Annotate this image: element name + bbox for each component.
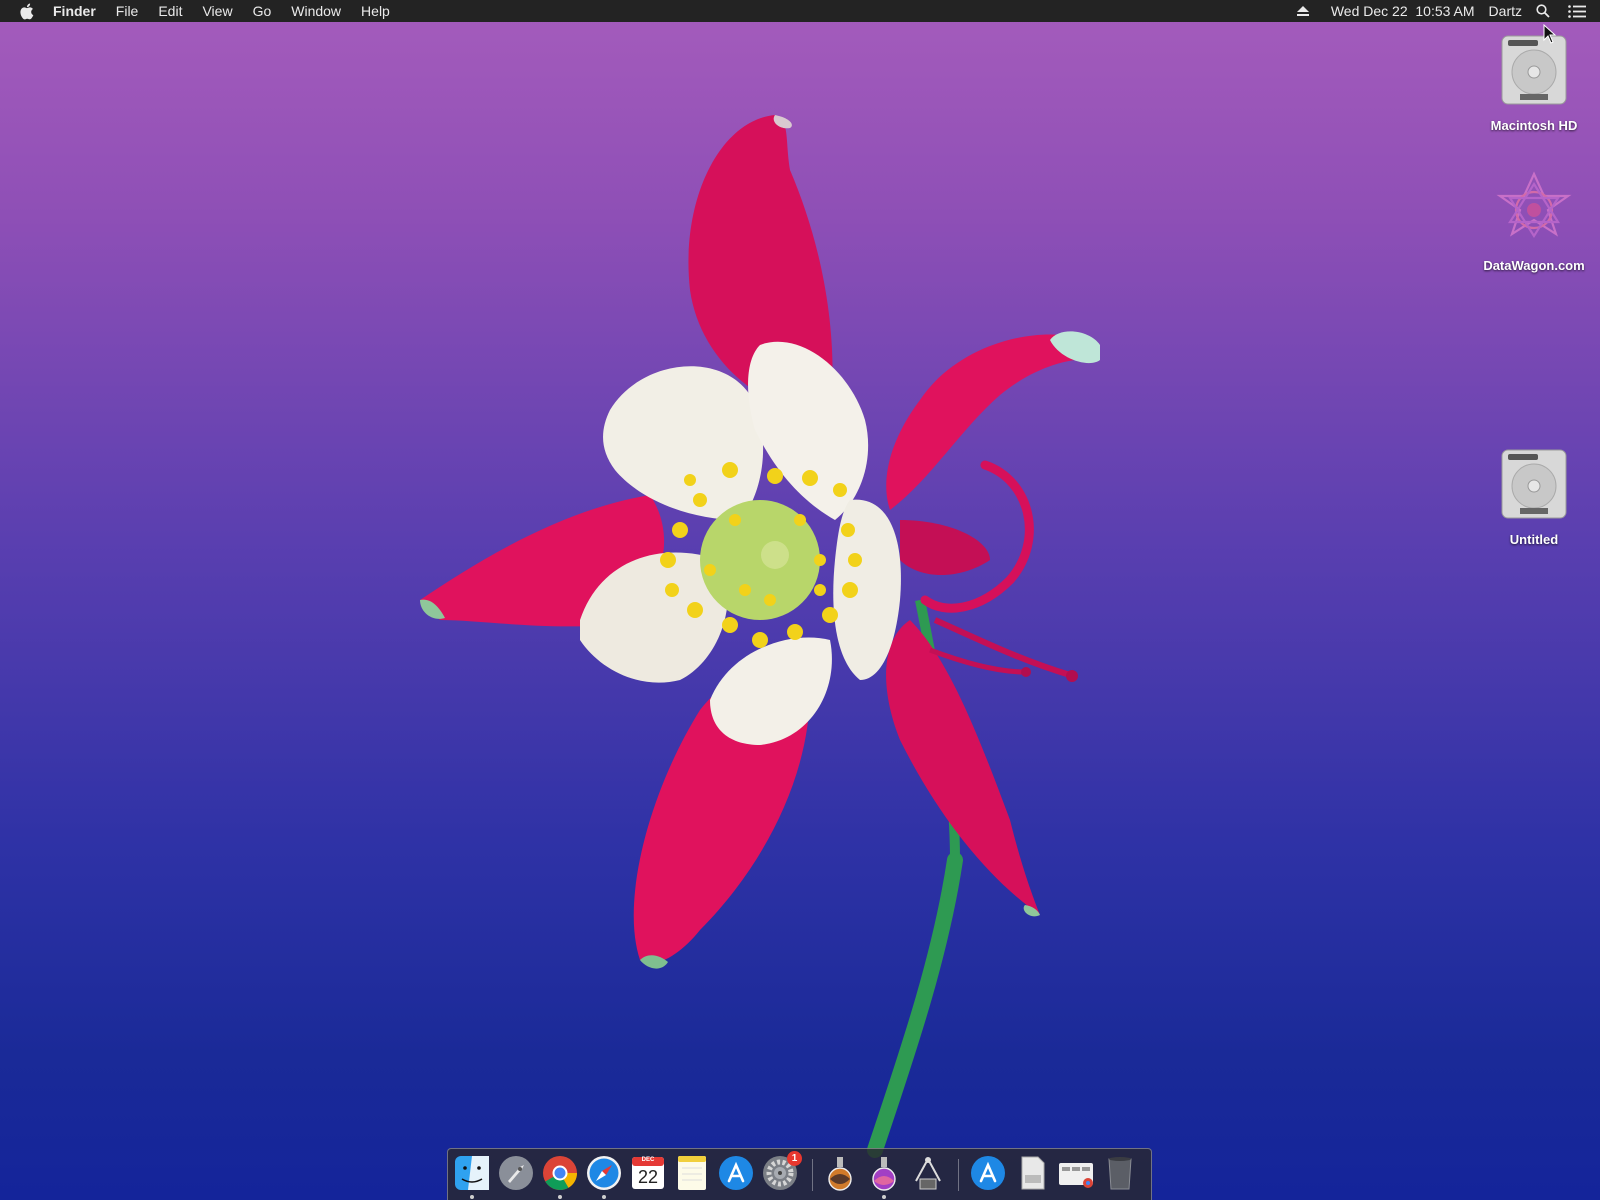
hard-drive-icon (1494, 30, 1574, 110)
menu-go[interactable]: Go (253, 3, 272, 19)
dock-separator (958, 1159, 959, 1191)
hard-drive-icon (1494, 444, 1574, 524)
calendar-month: DEC (641, 1157, 655, 1163)
menu-bar: Finder File Edit View Go Window Help Wed… (0, 0, 1600, 22)
desktop-icon-label: Macintosh HD (1490, 118, 1578, 133)
utility-icon[interactable] (910, 1155, 946, 1191)
desktop-icon-untitled[interactable]: Untitled (1469, 444, 1599, 547)
menu-view[interactable]: View (202, 3, 232, 19)
app-store-icon[interactable] (718, 1155, 754, 1191)
eject-icon[interactable] (1296, 6, 1309, 16)
install-macos-icon[interactable] (822, 1155, 858, 1191)
chrome-folder-icon[interactable] (1058, 1155, 1094, 1191)
launchpad-icon[interactable] (498, 1155, 534, 1191)
notification-center-icon[interactable] (1568, 4, 1586, 18)
menu-app-finder[interactable]: Finder (53, 3, 96, 19)
wallpaper-flower (420, 115, 1100, 1158)
menu-file[interactable]: File (116, 3, 139, 19)
safari-icon[interactable] (586, 1155, 622, 1199)
user-name[interactable]: Dartz (1489, 3, 1522, 19)
menu-help[interactable]: Help (361, 3, 390, 19)
finder-icon[interactable] (454, 1155, 490, 1199)
status-area: Wed Dec 22 10:53 AM Dartz (1296, 0, 1600, 22)
dock-separator (812, 1159, 813, 1191)
dock: DEC 22 1 (447, 1148, 1152, 1200)
datawagon-icon (1494, 170, 1574, 250)
desktop-icon-label: DataWagon.com (1483, 258, 1585, 273)
notes-icon[interactable] (674, 1155, 710, 1191)
system-preferences-icon[interactable]: 1 (762, 1151, 802, 1191)
menu-window[interactable]: Window (291, 3, 341, 19)
search-icon[interactable] (1536, 4, 1550, 18)
app-store-2-icon[interactable] (970, 1155, 1006, 1191)
chrome-icon[interactable] (542, 1155, 578, 1199)
trash-icon[interactable] (1102, 1155, 1138, 1191)
desktop-icon-macintosh-hd[interactable]: Macintosh HD (1469, 30, 1599, 133)
desktop-icon-label: Untitled (1509, 532, 1559, 547)
desktop-icon-datawagon[interactable]: DataWagon.com (1469, 170, 1599, 273)
apple-icon[interactable] (19, 3, 35, 20)
calendar-icon[interactable]: DEC 22 (630, 1155, 666, 1191)
notification-badge: 1 (787, 1151, 802, 1166)
menu-edit[interactable]: Edit (158, 3, 182, 19)
document-icon[interactable] (1014, 1155, 1050, 1191)
clock[interactable]: Wed Dec 22 10:53 AM (1331, 3, 1475, 19)
install-macos-2-icon[interactable] (866, 1155, 902, 1199)
calendar-day: 22 (637, 1167, 659, 1187)
mouse-cursor-icon (1543, 24, 1557, 44)
